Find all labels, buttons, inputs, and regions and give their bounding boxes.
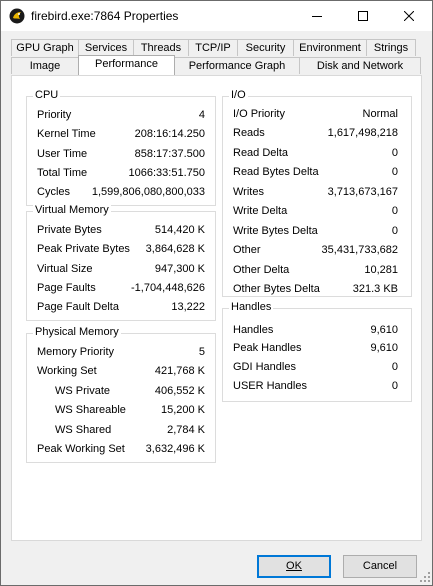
pm-value: 421,768 K (154, 365, 205, 377)
io-group-title: I/O (229, 89, 248, 101)
pm-label: WS Shared (55, 424, 112, 436)
io-value: 0 (391, 147, 398, 159)
resize-grip-icon[interactable] (419, 571, 431, 583)
pm-label: Working Set (37, 365, 97, 377)
cancel-button[interactable]: Cancel (343, 555, 417, 578)
io-label: Other Bytes Delta (233, 283, 320, 295)
maximize-button[interactable] (340, 1, 386, 31)
io-label: Other Delta (233, 264, 290, 276)
performance-panel: CPU Priority 4 Kernel Time 208:16:14.250… (11, 75, 422, 541)
io-label: Read Delta (233, 147, 289, 159)
tab-image[interactable]: Image (11, 57, 79, 74)
cpu-value: 1066:33:51.750 (128, 167, 205, 179)
io-value: 35,431,733,682 (321, 244, 398, 256)
io-label: I/O Priority (233, 108, 285, 120)
io-label: Reads (233, 127, 265, 139)
io-value: 1,617,498,218 (327, 127, 398, 139)
vm-value: 13,222 (171, 301, 205, 313)
tab-environment[interactable]: Environment (293, 39, 367, 56)
cpu-label: Total Time (37, 167, 88, 179)
io-label: Write Bytes Delta (233, 225, 318, 237)
handles-label: USER Handles (233, 380, 307, 392)
handles-value: 0 (391, 380, 398, 392)
io-group: I/O I/O Priority Normal Reads 1,617,498,… (222, 89, 412, 297)
title-bar[interactable]: firebird.exe:7864 Properties (1, 1, 432, 31)
firebird-app-icon (9, 8, 25, 24)
io-value: 0 (391, 205, 398, 217)
close-button[interactable] (386, 1, 432, 31)
vm-label: Peak Private Bytes (37, 243, 130, 255)
pm-label: WS Private (55, 385, 111, 397)
tab-row-1: GPU Graph Services Threads TCP/IP Securi… (11, 39, 416, 57)
handles-group-title: Handles (229, 301, 274, 313)
tab-disk-and-network[interactable]: Disk and Network (299, 57, 421, 74)
vm-label: Page Fault Delta (37, 301, 119, 313)
io-value: Normal (362, 108, 398, 120)
physical-memory-group: Physical Memory Memory Priority 5 Workin… (26, 326, 216, 463)
tab-performance[interactable]: Performance (78, 55, 175, 75)
tab-threads[interactable]: Threads (133, 39, 189, 56)
pm-value: 3,632,496 K (145, 443, 205, 455)
io-label: Writes (233, 186, 264, 198)
handles-value: 0 (391, 361, 398, 373)
tab-tcpip[interactable]: TCP/IP (188, 39, 238, 56)
handles-group: Handles Handles 9,610 Peak Handles 9,610… (222, 301, 412, 402)
cpu-group: CPU Priority 4 Kernel Time 208:16:14.250… (26, 89, 216, 206)
io-value: 3,713,673,167 (327, 186, 398, 198)
ok-button-label: OK (286, 560, 302, 572)
minimize-icon (312, 16, 322, 17)
vm-label: Private Bytes (37, 224, 102, 236)
vm-value: 3,864,628 K (145, 243, 205, 255)
vm-value: -1,704,448,626 (130, 282, 205, 294)
io-value: 0 (391, 166, 398, 178)
virtual-memory-group-title: Virtual Memory (33, 204, 111, 216)
pm-label: Memory Priority (37, 346, 115, 358)
cpu-label: User Time (37, 148, 88, 160)
cpu-value: 858:17:37.500 (134, 148, 205, 160)
cpu-value: 1,599,806,080,800,033 (91, 186, 205, 198)
tab-strings[interactable]: Strings (366, 39, 416, 56)
handles-value: 9,610 (370, 342, 398, 354)
cpu-label: Kernel Time (37, 128, 96, 140)
cpu-group-title: CPU (33, 89, 61, 101)
handles-value: 9,610 (370, 324, 398, 336)
pm-value: 406,552 K (154, 385, 205, 397)
ok-button[interactable]: OK (257, 555, 331, 578)
maximize-icon (358, 11, 368, 21)
io-label: Other (233, 244, 261, 256)
virtual-memory-group: Virtual Memory Private Bytes 514,420 K P… (26, 204, 216, 321)
cpu-value: 208:16:14.250 (134, 128, 205, 140)
io-label: Write Delta (233, 205, 288, 217)
vm-label: Page Faults (37, 282, 96, 294)
cancel-button-label: Cancel (362, 560, 398, 572)
tab-security[interactable]: Security (237, 39, 294, 56)
cpu-value: 4 (198, 109, 205, 121)
io-value: 0 (391, 225, 398, 237)
close-icon (403, 10, 415, 22)
handles-label: Peak Handles (233, 342, 302, 354)
tab-row-2: Image Performance Performance Graph Disk… (11, 55, 421, 75)
io-label: Read Bytes Delta (233, 166, 319, 178)
window-title: firebird.exe:7864 Properties (31, 9, 179, 23)
pm-label: WS Shareable (55, 404, 126, 416)
io-value: 10,281 (364, 264, 398, 276)
properties-window: firebird.exe:7864 Properties GPU Graph S… (0, 0, 433, 586)
pm-value: 2,784 K (167, 424, 205, 436)
tab-services[interactable]: Services (78, 39, 134, 56)
handles-label: GDI Handles (233, 361, 296, 373)
handles-label: Handles (233, 324, 274, 336)
pm-value: 5 (198, 346, 205, 358)
cpu-label: Priority (37, 109, 72, 121)
pm-label: Peak Working Set (37, 443, 125, 455)
vm-value: 947,300 K (154, 263, 205, 275)
vm-value: 514,420 K (154, 224, 205, 236)
minimize-button[interactable] (294, 1, 340, 31)
cpu-label: Cycles (37, 186, 71, 198)
vm-label: Virtual Size (37, 263, 93, 275)
physical-memory-group-title: Physical Memory (33, 326, 121, 338)
tab-performance-graph[interactable]: Performance Graph (174, 57, 300, 74)
pm-value: 15,200 K (160, 404, 205, 416)
tab-gpu-graph[interactable]: GPU Graph (11, 39, 79, 56)
io-value: 321.3 KB (352, 283, 398, 295)
